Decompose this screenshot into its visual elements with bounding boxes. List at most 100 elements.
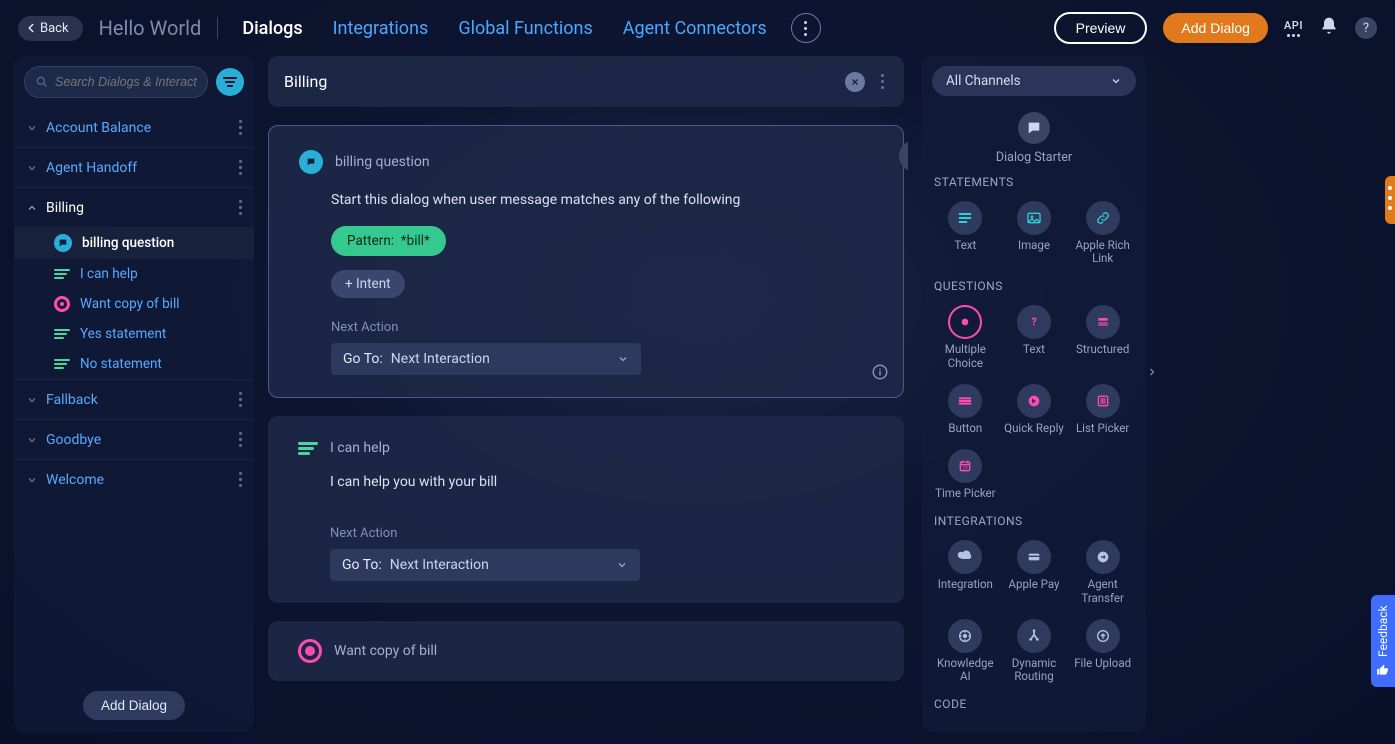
tool-multiple-choice[interactable]: Multiple Choice [932,301,999,373]
item-menu-button[interactable] [235,156,246,179]
back-button[interactable]: Back [18,16,83,41]
chevron-down-icon [26,122,38,134]
chevron-down-icon [1110,75,1122,87]
sidebar-item-label: Agent Handoff [46,160,227,176]
interaction-card-billing-question[interactable]: billing question Start this dialog when … [268,125,904,398]
feedback-label: Feedback [1376,605,1390,657]
choice-icon [298,639,322,663]
tab-dialogs[interactable]: Dialogs [242,18,302,39]
tool-knowledge-ai[interactable]: Knowledge AI [932,615,999,687]
sidebar-add-dialog-button[interactable]: Add Dialog [83,691,185,720]
tool-apple-pay[interactable]: Apple Pay [1001,536,1068,608]
side-accent-handle[interactable] [1385,176,1395,224]
tool-integration[interactable]: Integration [932,536,999,608]
chevron-down-icon [26,434,38,446]
chevron-down-icon [616,559,628,571]
dialog-menu-button[interactable] [877,70,888,93]
chevron-right-icon [1146,366,1158,378]
tab-global-functions[interactable]: Global Functions [458,18,592,39]
item-menu-button[interactable] [235,116,246,139]
sidebar-item-goodbye[interactable]: Goodbye [14,419,254,459]
sidebar-item-billing[interactable]: Billing [14,187,254,227]
chat-icon [907,148,908,164]
next-action-select[interactable]: Go To: Next Interaction [331,343,641,375]
channel-select[interactable]: All Channels [932,66,1136,96]
info-icon [871,363,889,381]
sidebar-item-account-balance[interactable]: Account Balance [14,108,254,147]
collapse-palette-button[interactable] [1145,362,1159,382]
tool-label: List Picker [1076,422,1129,435]
more-menu-button[interactable] [791,13,821,43]
pattern-label: Pattern: [347,233,394,249]
tool-label: Image [1018,239,1050,252]
help-button[interactable]: ? [1355,17,1377,39]
svg-text:25: 25 [963,465,969,471]
tool-label: Apple Rich Link [1069,239,1136,265]
sidebar-sub-billing-question[interactable]: billing question [14,227,254,259]
feedback-tab[interactable]: Feedback [1371,595,1395,687]
tool-structured[interactable]: Structured [1069,301,1136,373]
tool-text-statement[interactable]: Text [932,197,999,269]
canvas: Billing billing question Start this dial… [268,56,908,732]
tool-file-upload[interactable]: File Upload [1069,615,1136,687]
search-box[interactable] [24,66,208,98]
next-action-select[interactable]: Go To: Next Interaction [330,549,640,581]
info-button[interactable] [871,363,889,385]
close-button[interactable] [845,72,865,92]
sidebar-item-label: Billing [46,200,227,216]
channel-label: All Channels [946,73,1021,89]
filter-icon [223,77,237,87]
text-icon [298,442,318,455]
tool-label: Integration [938,578,993,591]
pattern-pill[interactable]: Pattern: *bill* [331,226,446,256]
add-dialog-button[interactable]: Add Dialog [1163,13,1268,43]
tool-agent-transfer[interactable]: Agent Transfer [1069,536,1136,608]
api-button[interactable]: API [1284,19,1303,37]
tool-time-picker[interactable]: 25 Time Picker [932,445,999,504]
divider [217,17,218,39]
tab-integrations[interactable]: Integrations [333,18,429,39]
sidebar-item-welcome[interactable]: Welcome [14,459,254,499]
app-title: Hello World [99,16,202,40]
search-input[interactable] [55,75,197,89]
sidebar-sub-want-copy[interactable]: Want copy of bill [14,289,254,319]
tool-text-question[interactable]: ?Text [1001,301,1068,373]
add-intent-button[interactable]: + Intent [331,270,405,298]
tool-quick-reply[interactable]: Quick Reply [1001,380,1068,439]
interaction-card-i-can-help[interactable]: I can help I can help you with your bill… [268,416,904,603]
item-menu-button[interactable] [235,388,246,411]
notifications-button[interactable] [1319,16,1339,40]
filter-button[interactable] [216,68,244,96]
tool-palette: All Channels Dialog Starter STATEMENTS T… [922,56,1146,732]
sidebar-sub-no[interactable]: No statement [14,349,254,379]
tool-label: Text [1023,343,1045,356]
tool-label: Time Picker [935,487,995,500]
tool-image-statement[interactable]: Image [1001,197,1068,269]
tool-apple-rich-link[interactable]: Apple Rich Link [1069,197,1136,269]
tool-button-question[interactable]: Button [932,380,999,439]
interaction-card-want-copy[interactable]: Want copy of bill [268,621,904,681]
tool-dialog-starter[interactable]: Dialog Starter [932,112,1136,165]
kebab-icon [804,21,807,36]
chevron-down-icon [26,162,38,174]
sidebar-item-label: Fallback [46,392,227,408]
sidebar-sub-yes[interactable]: Yes statement [14,319,254,349]
tab-agent-connectors[interactable]: Agent Connectors [623,18,767,39]
item-menu-button[interactable] [235,468,246,491]
sub-item-label: I can help [80,266,138,282]
preview-button[interactable]: Preview [1054,12,1148,44]
sidebar-item-label: Welcome [46,472,227,488]
tool-dynamic-routing[interactable]: Dynamic Routing [1001,615,1068,687]
tool-list-picker[interactable]: List Picker [1069,380,1136,439]
sidebar-item-label: Goodbye [46,432,227,448]
sidebar-item-fallback[interactable]: Fallback [14,379,254,419]
tool-label: Apple Pay [1009,578,1060,591]
item-menu-button[interactable] [235,428,246,451]
item-menu-button[interactable] [235,196,246,219]
sidebar-item-agent-handoff[interactable]: Agent Handoff [14,147,254,187]
choice-icon [54,296,70,312]
card-body-text: I can help you with your bill [330,474,874,490]
section-code: CODE [934,697,1136,711]
sidebar-sub-i-can-help[interactable]: I can help [14,259,254,289]
tool-label: Text [954,239,976,252]
